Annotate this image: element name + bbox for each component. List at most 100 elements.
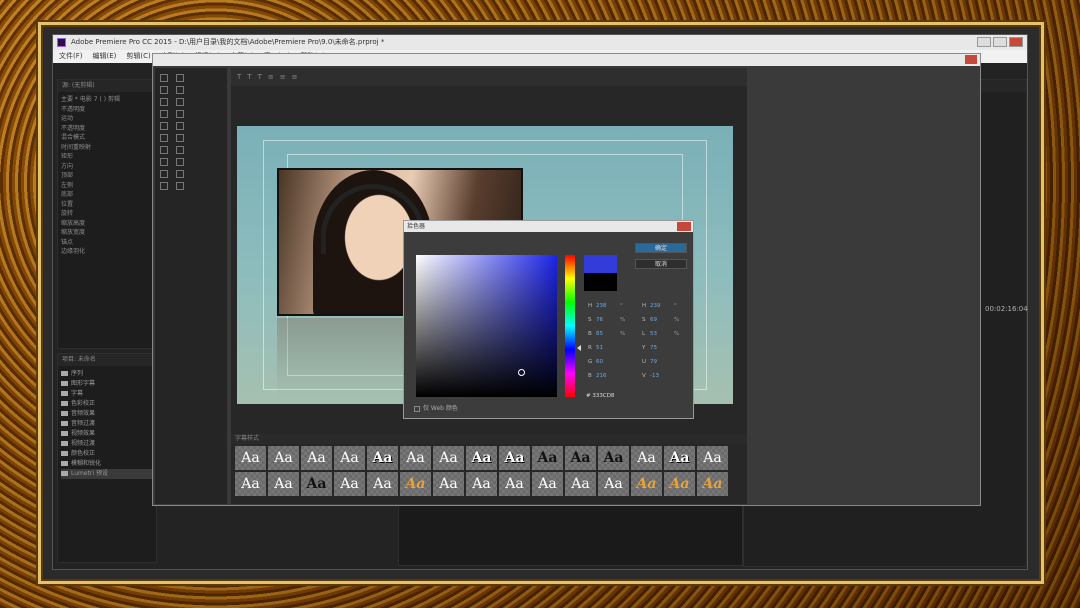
- area-type-tool-icon[interactable]: [160, 98, 168, 106]
- title-style-swatch[interactable]: Aa: [301, 472, 332, 496]
- title-style-swatch[interactable]: Aa: [367, 446, 398, 470]
- hex-field[interactable]: # 333CD8: [586, 393, 614, 399]
- hue-slider[interactable]: [565, 255, 575, 397]
- vertical-type-tool-icon[interactable]: [176, 86, 184, 94]
- project-item[interactable]: 图形字幕: [61, 379, 153, 389]
- ok-button[interactable]: 确定: [635, 243, 687, 253]
- selection-tool-icon[interactable]: [160, 74, 168, 82]
- title-style-swatch[interactable]: Aa: [268, 446, 299, 470]
- path-type-tool-icon[interactable]: [160, 110, 168, 118]
- type-tool-icon[interactable]: [160, 86, 168, 94]
- title-style-swatch[interactable]: Aa: [532, 472, 563, 496]
- effect-tree-item[interactable]: 方向: [61, 162, 153, 172]
- web-colors-only-checkbox[interactable]: 仅 Web 颜色: [414, 403, 458, 412]
- title-style-swatch[interactable]: Aa: [367, 472, 398, 496]
- project-item[interactable]: 模糊和锐化: [61, 459, 153, 469]
- title-style-swatch[interactable]: Aa: [466, 446, 497, 470]
- title-style-swatch[interactable]: Aa: [598, 446, 629, 470]
- cancel-button[interactable]: 取消: [635, 259, 687, 269]
- rectangle-tool-icon[interactable]: [160, 146, 168, 154]
- color-value-input[interactable]: 51: [596, 345, 603, 351]
- saturation-brightness-field[interactable]: [416, 255, 557, 397]
- title-style-swatch[interactable]: Aa: [400, 472, 431, 496]
- rounded-corner-tool-icon[interactable]: [176, 158, 184, 166]
- menu-clip[interactable]: 剪辑(C): [126, 50, 150, 63]
- hex-value[interactable]: 333CD8: [592, 393, 614, 399]
- rotation-tool-icon[interactable]: [176, 74, 184, 82]
- effect-tree-item[interactable]: 左侧: [61, 181, 153, 191]
- title-style-swatch[interactable]: Aa: [565, 472, 596, 496]
- project-item[interactable]: 视频过渡: [61, 439, 153, 449]
- effect-tree-item[interactable]: 旋转: [61, 209, 153, 219]
- color-value-input[interactable]: 238: [596, 303, 607, 309]
- panel-tab[interactable]: 项目: 未命名: [58, 354, 156, 366]
- title-style-swatch[interactable]: Aa: [664, 472, 695, 496]
- effect-tree-item[interactable]: 混合模式: [61, 133, 153, 143]
- panel-tab[interactable]: 源: (无剪辑): [58, 80, 156, 92]
- effect-tree-item[interactable]: 运动: [61, 114, 153, 124]
- title-style-swatch[interactable]: Aa: [466, 472, 497, 496]
- color-value-input[interactable]: 69: [650, 317, 657, 323]
- project-item[interactable]: Lumetri 预设: [61, 469, 153, 479]
- picker-close-button[interactable]: [677, 222, 691, 231]
- line-tool-icon[interactable]: [176, 182, 184, 190]
- effect-tree-item[interactable]: 不透明度: [61, 124, 153, 134]
- wedge-tool-icon[interactable]: [160, 170, 168, 178]
- align-right-icon[interactable]: ≡: [292, 73, 298, 81]
- delete-anchor-tool-icon[interactable]: [176, 122, 184, 130]
- arc-tool-icon[interactable]: [176, 170, 184, 178]
- title-style-swatch[interactable]: Aa: [433, 472, 464, 496]
- title-style-swatch[interactable]: Aa: [697, 472, 728, 496]
- title-style-swatch[interactable]: Aa: [532, 446, 563, 470]
- color-value-input[interactable]: -13: [650, 373, 659, 379]
- styles-panel-tab[interactable]: 字幕样式: [231, 434, 747, 444]
- color-value-input[interactable]: 216: [596, 373, 607, 379]
- color-marker[interactable]: [518, 369, 525, 376]
- minimize-button[interactable]: [977, 37, 991, 47]
- hue-slider-handle-icon[interactable]: [577, 345, 581, 351]
- pen-tool-icon[interactable]: [160, 122, 168, 130]
- effect-tree-item[interactable]: 时间重映射: [61, 143, 153, 153]
- color-value-input[interactable]: 60: [596, 359, 603, 365]
- title-style-swatch[interactable]: Aa: [631, 472, 662, 496]
- maximize-button[interactable]: [993, 37, 1007, 47]
- checkbox-icon[interactable]: [414, 405, 420, 412]
- title-style-swatch[interactable]: Aa: [499, 446, 530, 470]
- project-item[interactable]: 视频效果: [61, 429, 153, 439]
- title-style-swatch[interactable]: Aa: [664, 446, 695, 470]
- project-item[interactable]: 颜色校正: [61, 449, 153, 459]
- effect-tree-item[interactable]: 缩放高度: [61, 219, 153, 229]
- effect-tree-item[interactable]: 缩放宽度: [61, 228, 153, 238]
- ellipse-tool-icon[interactable]: [160, 182, 168, 190]
- effect-tree-item[interactable]: 边缘羽化: [61, 247, 153, 257]
- color-value-input[interactable]: 76: [596, 317, 603, 323]
- align-center-icon[interactable]: ≡: [280, 73, 286, 81]
- title-style-swatch[interactable]: Aa: [697, 446, 728, 470]
- rounded-rectangle-tool-icon[interactable]: [176, 146, 184, 154]
- effect-tree-item[interactable]: 不透明度: [61, 105, 153, 115]
- title-style-swatch[interactable]: Aa: [433, 446, 464, 470]
- title-style-swatch[interactable]: Aa: [631, 446, 662, 470]
- menu-edit[interactable]: 编辑(E): [93, 50, 117, 63]
- align-left-icon[interactable]: ≡: [268, 73, 274, 81]
- title-style-swatch[interactable]: Aa: [565, 446, 596, 470]
- menu-file[interactable]: 文件(F): [59, 50, 83, 63]
- title-style-swatch[interactable]: Aa: [235, 472, 266, 496]
- project-item[interactable]: 色彩校正: [61, 399, 153, 409]
- title-style-swatch[interactable]: Aa: [400, 446, 431, 470]
- title-style-swatch[interactable]: Aa: [268, 472, 299, 496]
- title-style-swatch[interactable]: Aa: [499, 472, 530, 496]
- title-style-swatch[interactable]: Aa: [301, 446, 332, 470]
- clipped-corner-tool-icon[interactable]: [160, 158, 168, 166]
- convert-anchor-tool-icon[interactable]: [176, 134, 184, 142]
- title-style-swatch[interactable]: Aa: [235, 446, 266, 470]
- effect-tree-item[interactable]: 顶部: [61, 171, 153, 181]
- project-item[interactable]: 字幕: [61, 389, 153, 399]
- project-item[interactable]: 音频效果: [61, 409, 153, 419]
- effect-tree-item[interactable]: 位置: [61, 200, 153, 210]
- add-anchor-tool-icon[interactable]: [160, 134, 168, 142]
- color-value-input[interactable]: 53: [650, 331, 657, 337]
- color-value-input[interactable]: 79: [650, 359, 657, 365]
- bold-icon[interactable]: T: [237, 73, 241, 81]
- effect-tree-item[interactable]: 主要 * 电影 7 ( ) 剪辑: [61, 95, 153, 105]
